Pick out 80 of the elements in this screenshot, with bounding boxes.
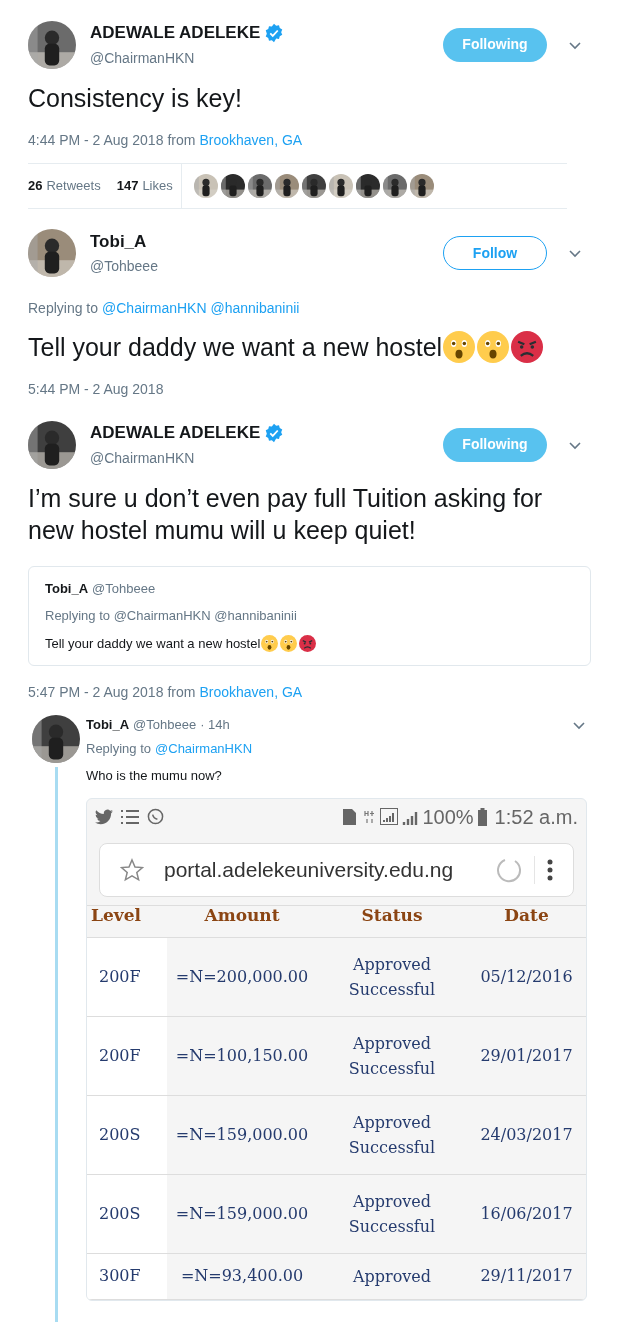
user-handle: @ChairmanHKN xyxy=(90,449,195,466)
quoted-tweet-card[interactable]: Tobi_A @Tohbeee Replying to @ChairmanHKN @hannibaninii Tell your daddy we want a new hostel xyxy=(28,565,591,666)
follow-button[interactable]: Following xyxy=(443,427,547,462)
table-cell-text: Approved Successful xyxy=(347,1190,437,1238)
tweet-text: I’m sure u don’t even pay full Tuition asking for new hostel mumu will u keep quiet! xyxy=(28,482,544,546)
mention-link[interactable]: @ChairmanHKN xyxy=(155,738,253,758)
display-name: ADEWALE ADELEKE xyxy=(90,422,261,444)
location-link[interactable]: Brookhaven, GA xyxy=(199,129,303,151)
network-type-icon xyxy=(364,809,377,824)
table-cell: 200F xyxy=(87,1016,167,1095)
astonished-face-icon xyxy=(261,634,279,652)
table-cell-text: =N=100,150.00 xyxy=(174,1044,310,1067)
battery-percentage: 100% xyxy=(422,804,474,830)
table-cell-text: Approved Successful xyxy=(347,1032,437,1080)
table-cell-text: Approved xyxy=(351,1265,433,1288)
retweets-label: Retweets xyxy=(46,176,101,195)
sim-card-icon xyxy=(343,808,357,825)
user-handle: @ChairmanHKN xyxy=(90,49,195,66)
display-name: ADEWALE ADELEKE xyxy=(90,22,261,44)
angry-face-icon xyxy=(299,634,317,652)
display-name: Tobi_A xyxy=(90,230,147,253)
more-options-icon[interactable] xyxy=(547,858,553,881)
tweet-text: Tell your daddy we want a new hostel xyxy=(28,332,443,363)
star-icon[interactable] xyxy=(120,857,144,882)
follow-button[interactable]: Following xyxy=(443,27,547,62)
table-cell: 200S xyxy=(87,1095,167,1174)
angry-face-icon xyxy=(511,331,544,363)
table-cell-text: 24/03/2017 xyxy=(479,1123,574,1146)
table-cell-text: 29/01/2017 xyxy=(479,1044,574,1067)
retweet-count: 26 xyxy=(28,176,43,195)
likes-label: Likes xyxy=(142,176,173,195)
from-label: from xyxy=(167,130,196,150)
table-cell-text: =N=93,400.00 xyxy=(179,1265,305,1287)
user-handle: @Tohbeee xyxy=(133,716,197,734)
table-cell: 200F xyxy=(87,937,167,1016)
table-cell-text: =N=159,000.00 xyxy=(174,1123,310,1146)
like-count: 147 xyxy=(116,176,139,195)
quoted-text: Tell your daddy we want a new hostel xyxy=(45,634,261,653)
astonished-face-icon xyxy=(280,634,298,652)
tweet-timestamp: 5:44 PM - 2 Aug 2018 xyxy=(28,380,164,399)
replying-to-label: Replying to xyxy=(28,299,99,318)
table-cell-text: =N=200,000.00 xyxy=(174,965,310,988)
location-link[interactable]: Brookhaven, GA xyxy=(199,682,303,703)
tweet-age: · 14h xyxy=(200,716,230,734)
column-header: Date xyxy=(503,905,550,924)
astonished-face-icon xyxy=(443,331,476,363)
url-text: portal.adelekeuniversity.edu.ng xyxy=(164,856,454,883)
table-cell-text: 05/12/2016 xyxy=(479,965,574,988)
table-cell-text: =N=159,000.00 xyxy=(174,1202,310,1225)
column-header: Level xyxy=(90,905,142,924)
address-bar[interactable]: portal.adelekeuniversity.edu.ng xyxy=(99,842,574,897)
column-header: Status xyxy=(360,905,424,924)
tweet-timestamp: 5:47 PM - 2 Aug 2018 xyxy=(28,683,164,702)
tweet-text: Consistency is key! xyxy=(28,82,242,114)
tweet-text: Who is the mumu now? xyxy=(86,767,223,785)
mention-link[interactable]: @hannibaninii xyxy=(210,298,300,319)
battery-icon xyxy=(477,807,487,826)
astonished-face-icon xyxy=(477,331,510,363)
table-cell-text: 29/11/2017 xyxy=(479,1265,574,1287)
quoted-replying-to: Replying to @ChairmanHKN @hannibaninii xyxy=(45,607,298,625)
table-cell-text: Approved Successful xyxy=(347,1111,437,1159)
quoted-handle: @Tohbeee xyxy=(92,579,156,598)
column-header: Amount xyxy=(203,905,281,924)
tweet-timestamp: 4:44 PM - 2 Aug 2018 xyxy=(28,130,164,150)
table-cell: 300F xyxy=(87,1253,167,1299)
list-icon xyxy=(121,808,139,825)
signal-strength-icon xyxy=(380,808,399,825)
table-cell-text: 16/06/2017 xyxy=(479,1202,574,1225)
replying-to-label: Replying to xyxy=(86,739,152,758)
mention-link[interactable]: @ChairmanHKN xyxy=(102,298,207,319)
table-cell: 200S xyxy=(87,1174,167,1253)
display-name: Tobi_A xyxy=(86,716,130,734)
table-cell-text: Approved Successful xyxy=(347,953,437,1001)
user-handle: @Tohbeee xyxy=(90,258,158,274)
follow-button[interactable]: Follow xyxy=(443,236,547,271)
chat-bubble-icon xyxy=(147,808,164,825)
status-bar-clock: 1:52 a.m. xyxy=(494,804,578,830)
bird-icon xyxy=(95,808,113,825)
from-label: from xyxy=(167,683,196,702)
quoted-display-name: Tobi_A xyxy=(45,579,89,598)
